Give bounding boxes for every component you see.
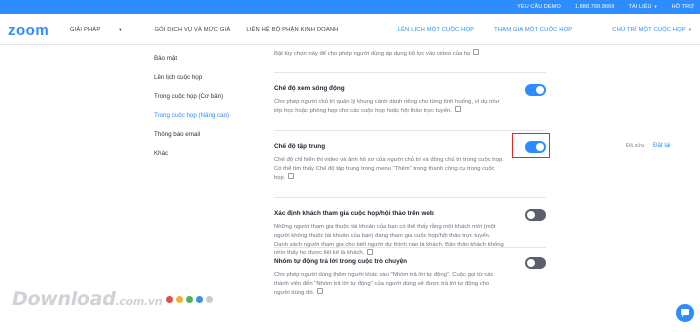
partial-desc-text: Bật tùy chọn này để cho phép người dùng … <box>274 51 471 57</box>
reset-link[interactable]: Đặt lại <box>653 142 671 149</box>
setting-description: Chế độ chỉ hiển thị video và ảnh hồ sơ c… <box>274 156 506 182</box>
schedule-meeting-link[interactable]: LÊN LỊCH MỘT CUỘC HỌP <box>398 27 474 33</box>
nav-plans[interactable]: GÓI DỊCH VỤ VÀ MỨC GIÁ <box>154 27 230 33</box>
nav-solutions[interactable]: GIẢI PHÁP ▼ <box>70 27 138 33</box>
watermark: Download.com.vn <box>12 288 216 310</box>
nav-solutions-label: GIẢI PHÁP <box>70 27 101 33</box>
identify-guests-toggle[interactable] <box>525 209 546 221</box>
setting-auto-answer-group: Nhóm tự động trả lời trong cuộc trò chuy… <box>274 257 546 297</box>
chevron-down-icon: ▼ <box>687 27 692 32</box>
setting-description: Cho phép người dùng thêm người khác vào … <box>274 271 506 297</box>
sidebar-item-other[interactable]: Khác <box>154 150 229 169</box>
nav-contact-sales[interactable]: LIÊN HỆ BỘ PHẬN KINH DOANH <box>246 27 338 33</box>
setting-focus-mode: Chế độ tập trung Chế độ chỉ hiển thị vid… <box>274 141 546 182</box>
chevron-down-icon: ▼ <box>118 27 123 32</box>
chat-bubble-icon <box>681 309 689 317</box>
setting-immersive-view: Chế độ xem sống động Cho phép người chủ … <box>274 84 546 116</box>
top-utility-bar: YÊU CẦU DEMO 1.888.799.9666 TÀI LIỆU ▼ HỖ… <box>0 0 700 14</box>
resources-label: TÀI LIỆU <box>628 4 652 10</box>
sidebar-item-security[interactable]: Bảo mật <box>154 55 229 74</box>
edit-icon[interactable] <box>317 288 324 295</box>
request-demo-link[interactable]: YÊU CẦU DEMO <box>517 4 561 10</box>
watermark-dot <box>196 295 204 303</box>
support-link[interactable]: HỖ TRỢ <box>672 4 694 10</box>
setting-desc-text: Cho phép người chủ trì quản lý khung cản… <box>274 99 500 114</box>
chevron-down-icon: ▼ <box>653 4 658 9</box>
edit-icon[interactable] <box>454 106 461 113</box>
settings-sidebar: Bảo mật Lên lịch cuộc họp Trong cuộc họp… <box>154 55 229 169</box>
nav-left: GIẢI PHÁP ▼ GÓI DỊCH VỤ VÀ MỨC GIÁ LIÊN H… <box>70 27 355 33</box>
sidebar-item-email-notification[interactable]: Thông báo email <box>154 131 229 150</box>
watermark-dot <box>166 295 174 303</box>
setting-desc-text: Chế độ chỉ hiển thị video và ảnh hồ sơ c… <box>274 157 504 181</box>
setting-title: Nhóm tự động trả lời trong cuộc trò chuy… <box>274 258 408 265</box>
setting-identify-guests: Xác định khách tham gia cuộc họp/hội thả… <box>274 209 546 258</box>
toggle-highlight-box <box>512 133 550 158</box>
setting-desc-text: Cho phép người dùng thêm người khác vào … <box>274 272 494 296</box>
setting-description: Cho phép người chủ trì quản lý khung cản… <box>274 98 506 116</box>
edit-icon[interactable] <box>367 248 374 255</box>
sidebar-item-schedule-meeting[interactable]: Lên lịch cuộc họp <box>154 74 229 93</box>
watermark-suffix: .com.vn <box>115 295 163 308</box>
chat-bubble-button[interactable] <box>676 304 694 322</box>
setting-title: Chế độ xem sống động <box>274 85 345 92</box>
divider <box>274 197 546 198</box>
nav-right: LÊN LỊCH MỘT CUỘC HỌP THAM GIA MỘT CUỘC … <box>378 27 692 33</box>
divider <box>274 130 546 131</box>
toggle-knob <box>536 86 544 94</box>
setting-title: Chế độ tập trung <box>274 143 326 150</box>
divider <box>274 72 546 73</box>
zoom-logo[interactable]: zoom <box>8 22 49 39</box>
host-meeting-menu[interactable]: CHỦ TRÌ MỘT CUỘC HỌP ▼ <box>592 27 692 33</box>
watermark-dot <box>186 295 194 303</box>
setting-description: Những người tham gia thuộc tài khoản của… <box>274 223 506 258</box>
watermark-dot <box>206 295 214 303</box>
join-meeting-link[interactable]: THAM GIA MỘT CUỘC HỌP <box>494 27 572 33</box>
watermark-brand: Download <box>12 288 116 310</box>
resources-menu[interactable]: TÀI LIỆU ▼ <box>628 4 657 10</box>
toggle-knob <box>527 211 535 219</box>
modified-label: Đã sửa <box>626 143 645 149</box>
edit-icon[interactable] <box>288 173 295 180</box>
host-meeting-label: CHỦ TRÌ MỘT CUỘC HỌP <box>612 27 686 33</box>
watermark-dot <box>176 295 184 303</box>
phone-number: 1.888.799.9666 <box>574 4 615 10</box>
divider <box>274 247 546 248</box>
setting-title: Xác định khách tham gia cuộc họp/hội thả… <box>274 210 434 217</box>
watermark-dots <box>166 295 216 303</box>
watermark-text: Download.com.vn <box>12 288 163 310</box>
edit-icon[interactable] <box>473 49 480 56</box>
setting-description-partial: Bật tùy chọn này để cho phép người dùng … <box>274 49 506 59</box>
main-navbar: zoom GIẢI PHÁP ▼ GÓI DỊCH VỤ VÀ MỨC GIÁ L… <box>0 14 700 45</box>
auto-answer-group-toggle[interactable] <box>525 257 546 269</box>
setting-desc-text: Những người tham gia thuộc tài khoản của… <box>274 224 504 257</box>
toggle-knob <box>527 259 535 267</box>
sidebar-item-in-meeting-basic[interactable]: Trong cuộc họp (Cơ bản) <box>154 93 229 112</box>
sidebar-item-in-meeting-advanced[interactable]: Trong cuộc họp (Nâng cao) <box>154 112 229 131</box>
immersive-view-toggle[interactable] <box>525 84 546 96</box>
